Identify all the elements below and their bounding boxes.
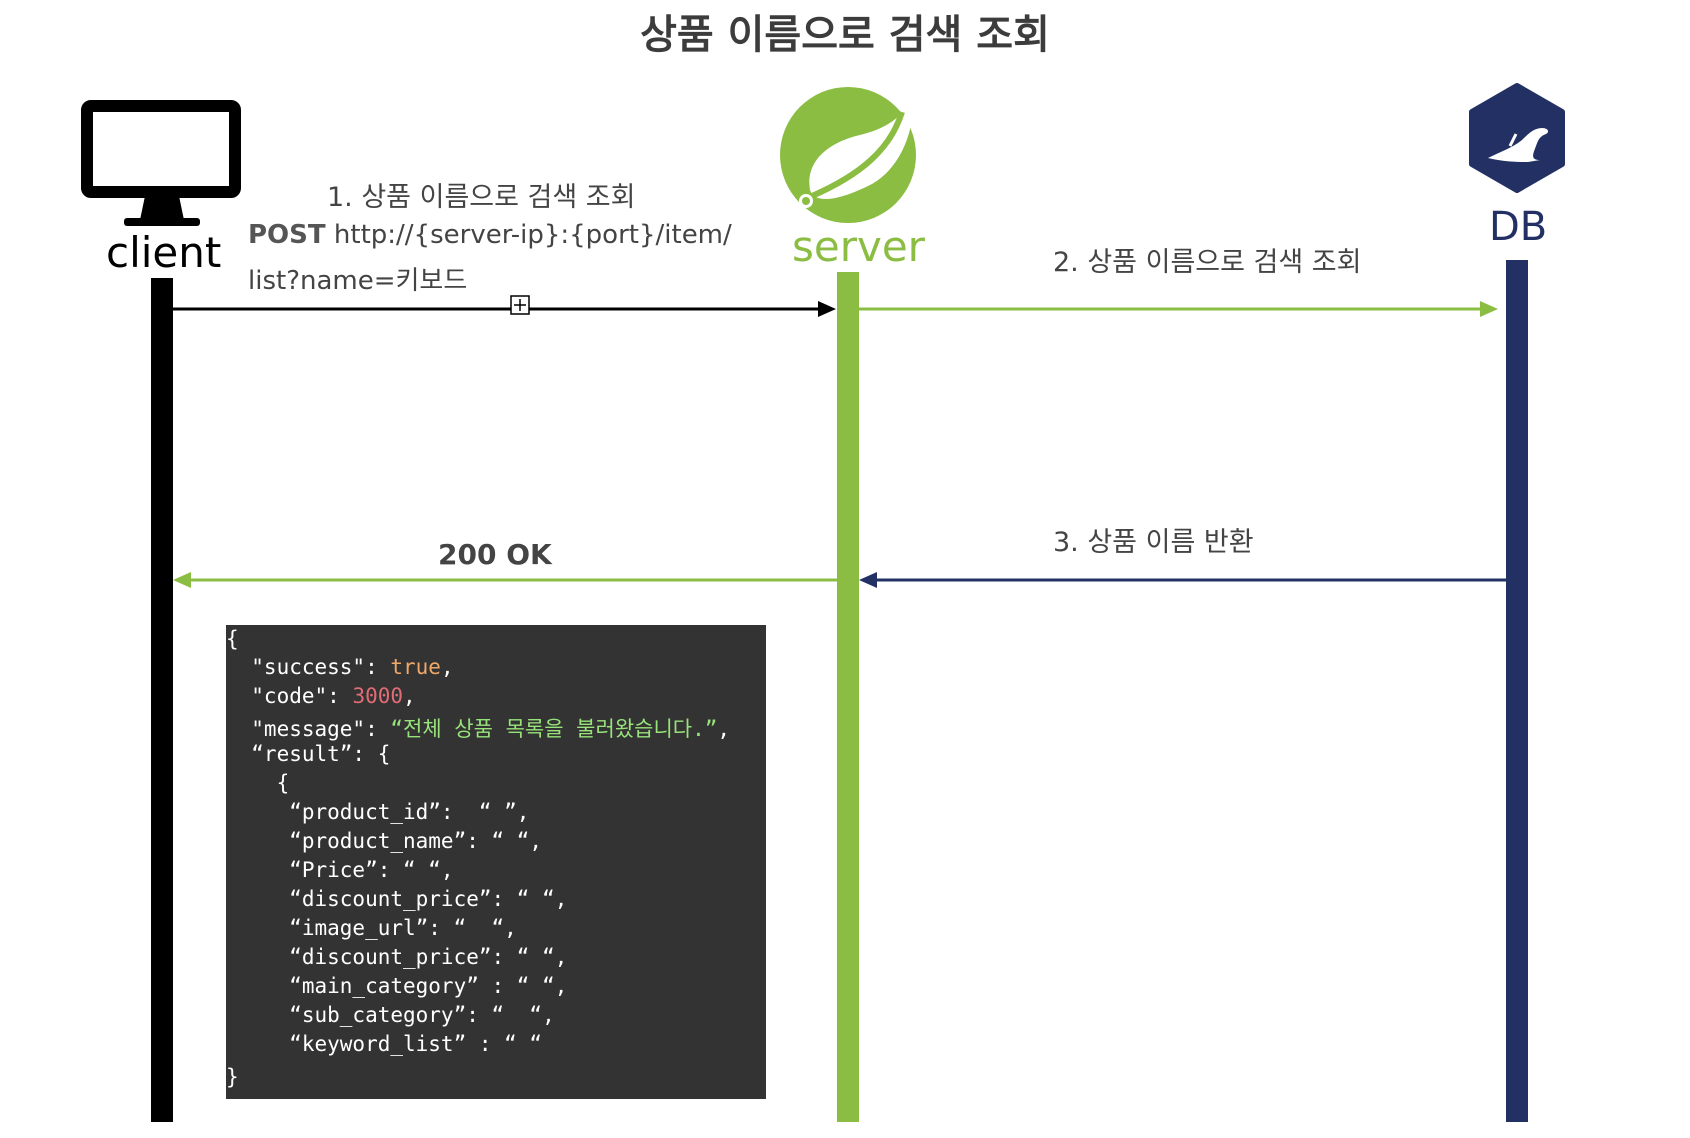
spring-leaf-icon [780, 87, 916, 223]
message-1-label: 1. 상품 이름으로 검색 조회 [327, 182, 636, 213]
message-2-label: 2. 상품 이름으로 검색 조회 [1053, 247, 1362, 278]
mariadb-seal-icon [1469, 83, 1565, 193]
server-lifeline [837, 272, 859, 1122]
arrow-result-db-to-server [859, 572, 1506, 588]
db-actor-label: DB [1489, 204, 1548, 250]
code-line-result: “result”: { [226, 742, 391, 766]
monitor-icon [81, 100, 241, 226]
code-line-price: “Price”: “ “, [226, 858, 454, 882]
client-lifeline [151, 278, 173, 1122]
request-url-part1: http://{server-ip}:{port}/item/ [325, 220, 732, 250]
code-line-close: } [226, 1065, 239, 1089]
http-method: POST [248, 220, 326, 250]
response-json-block: { "success": true, "code": 3000, "messag… [226, 625, 766, 1099]
client-actor-label: client [106, 228, 222, 277]
server-actor-label: server [792, 222, 925, 271]
arrow-response-server-to-client [173, 572, 837, 588]
code-line-message: "message": “전체 상품 목록을 불러왔습니다.”, [226, 713, 730, 743]
code-line-product-id: “product_id”: “ ”, [226, 800, 530, 824]
message-3-label: 3. 상품 이름 반환 [1053, 527, 1254, 558]
code-key: "message": [226, 717, 391, 741]
code-key: "success": [226, 655, 391, 679]
code-line-main-category: “main_category” : “ “, [226, 974, 568, 998]
code-line-sub-category: “sub_category”: “ “, [226, 1003, 555, 1027]
code-line-success: "success": true, [226, 655, 454, 679]
code-line-open: { [226, 627, 239, 651]
response-status-label: 200 OK [438, 538, 552, 571]
code-punct: , [717, 717, 731, 741]
code-line-product-name: “product_name”: “ “, [226, 829, 543, 853]
code-line-discount-price: “discount_price”: “ “, [226, 887, 568, 911]
code-line-code: "code": 3000, [226, 684, 416, 708]
code-line-image-url: “image_url”: “ “, [226, 916, 517, 940]
code-value: “전체 상품 목록을 불러왔습니다.” [390, 717, 718, 741]
code-line-object-open: { [226, 771, 290, 795]
code-key: "code": [226, 684, 353, 708]
arrow-request-client-to-server [173, 295, 836, 317]
code-punct: , [403, 684, 416, 708]
arrow-query-server-to-db [859, 301, 1498, 317]
request-url-part2: list?name=키보드 [248, 266, 468, 296]
code-line-discount-price-2: “discount_price”: “ “, [226, 945, 568, 969]
db-lifeline [1506, 260, 1528, 1122]
code-punct: , [440, 655, 454, 679]
code-line-keyword-list: “keyword_list” : “ “ [226, 1032, 543, 1056]
code-value: 3000 [352, 684, 404, 708]
code-value: true [390, 655, 441, 679]
request-endpoint-line1: POST http://{server-ip}:{port}/item/ [248, 220, 732, 250]
